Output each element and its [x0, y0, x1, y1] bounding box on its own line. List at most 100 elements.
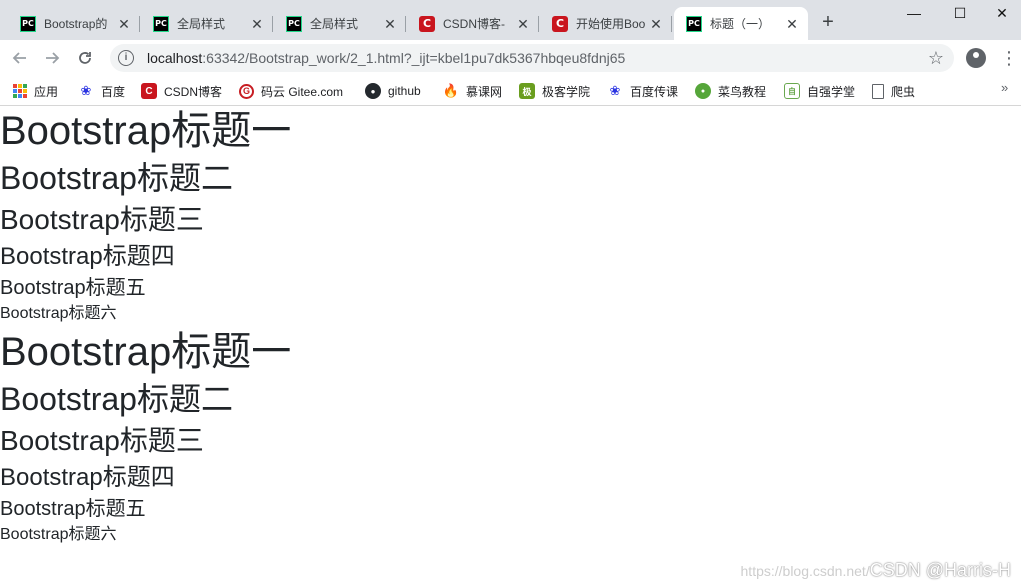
bookmark-label: 慕课网 [466, 84, 503, 99]
heading-6: Bootstrap标题六 [0, 304, 117, 322]
bookmark-label: 自强学堂 [807, 84, 856, 99]
tab-title: Bootstrap的 [44, 17, 108, 31]
class-heading-6: Bootstrap标题六 [0, 525, 117, 543]
more-menu-icon[interactable]: ⋮ [1000, 46, 1018, 70]
bookmark-zqxt[interactable]: 自 自强学堂 [784, 82, 855, 100]
tab-global-styles-1[interactable]: PC 全局样式 ✕ [141, 7, 273, 40]
pycharm-icon: PC [20, 15, 36, 32]
info-icon[interactable]: i [118, 50, 134, 66]
reload-button[interactable] [73, 46, 97, 70]
heading-1: Bootstrap标题一 [0, 109, 292, 153]
bookmark-label: github [388, 84, 421, 98]
tab-title: 开始使用Boo [576, 17, 646, 31]
close-icon[interactable]: ✕ [116, 16, 132, 32]
watermark-url: https://blog.csdn.net/ [740, 563, 870, 579]
tab-title: 全局样式 [310, 17, 359, 31]
baidu-paw-icon: ❀ [609, 83, 621, 98]
bookmark-baidu-chuanke[interactable]: ❀ 百度传课 [607, 82, 678, 100]
class-heading-3: Bootstrap标题三 [0, 425, 204, 457]
back-button[interactable] [8, 46, 32, 70]
heading-2: Bootstrap标题二 [0, 160, 233, 196]
mooc-flame-icon: 🔥 [442, 83, 460, 98]
bookmark-baidu[interactable]: ❀ 百度 [78, 82, 125, 100]
class-heading-5: Bootstrap标题五 [0, 497, 146, 520]
pycharm-icon: PC [286, 15, 302, 32]
class-heading-4: Bootstrap标题四 [0, 463, 175, 491]
forward-button[interactable] [40, 46, 64, 70]
tab-separator [671, 16, 672, 32]
bookmark-label: 码云 Gitee.com [261, 84, 344, 99]
heading-3: Bootstrap标题三 [0, 204, 204, 236]
tab-title: CSDN博客- [443, 17, 505, 31]
arrow-left-icon [12, 52, 26, 64]
bookmark-crawler[interactable]: 爬虫 [872, 82, 915, 100]
bookmark-star-icon[interactable]: ☆ [928, 48, 944, 69]
csdn-icon: C [141, 83, 157, 99]
csdn-icon: C [552, 15, 568, 32]
arrow-right-icon [46, 52, 60, 64]
profile-avatar-icon[interactable] [966, 48, 986, 68]
address-bar[interactable]: i localhost:63342/Bootstrap_work/2_1.htm… [110, 44, 954, 72]
bookmark-label: 应用 [34, 84, 59, 99]
zqxt-icon: 自 [784, 83, 800, 99]
tab-bootstrap[interactable]: PC Bootstrap的 ✕ [8, 7, 140, 40]
watermark-text: CSDN @Harris-H [869, 560, 1011, 580]
bookmark-label: 百度 [101, 84, 126, 99]
heading-5: Bootstrap标题五 [0, 276, 146, 299]
close-icon[interactable]: ✕ [249, 16, 265, 32]
close-icon[interactable]: ✕ [515, 16, 531, 32]
tab-separator [272, 16, 273, 32]
maximize-button[interactable]: ☐ [937, 0, 983, 26]
tab-global-styles-2[interactable]: PC 全局样式 ✕ [274, 7, 406, 40]
tab-separator [538, 16, 539, 32]
class-heading-2: Bootstrap标题二 [0, 380, 233, 417]
bookmark-label: 百度传课 [630, 84, 679, 99]
close-icon[interactable]: ✕ [382, 16, 398, 32]
csdn-watermark: https://blog.csdn.net/CSDN @Harris-H [741, 560, 1011, 581]
page-content: Bootstrap标题一 Bootstrap标题二 Bootstrap标题三 B… [0, 107, 1021, 587]
bookmark-apps[interactable]: 应用 [13, 82, 58, 100]
bookmarks-bar: 应用 ❀ 百度 C CSDN博客 G 码云 Gitee.com ● github… [0, 76, 1021, 106]
bookmarks-overflow-chevron-icon[interactable]: » [1001, 80, 1008, 95]
pycharm-icon: PC [686, 15, 702, 32]
geek-icon: 极 [519, 83, 535, 99]
bookmark-mooc[interactable]: 🔥 慕课网 [443, 82, 502, 100]
bookmark-label: 菜鸟教程 [718, 84, 767, 99]
close-icon[interactable]: ✕ [648, 16, 664, 32]
url-path: :63342/Bootstrap_work/2_1.html?_ijt=kbel… [202, 50, 626, 66]
bookmark-label: CSDN博客 [164, 84, 223, 99]
page-icon [872, 83, 884, 99]
address-url[interactable]: localhost:63342/Bootstrap_work/2_1.html?… [147, 50, 625, 66]
bookmark-csdn[interactable]: C CSDN博客 [141, 82, 222, 100]
tab-strip: PC Bootstrap的 ✕ PC 全局样式 ✕ PC 全局样式 ✕ C CS… [0, 0, 1021, 40]
class-heading-1: Bootstrap标题一 [0, 329, 292, 374]
apps-grid-icon [13, 84, 27, 98]
bookmark-github[interactable]: ● github [365, 82, 421, 100]
tab-title: 标题（一） [710, 17, 771, 31]
runoob-icon: ● [695, 83, 711, 99]
tab-separator [405, 16, 406, 32]
minimize-button[interactable]: — [891, 0, 937, 26]
tab-heading-active[interactable]: PC 标题（一） ✕ [674, 7, 808, 40]
baidu-paw-icon: ❀ [80, 83, 92, 98]
close-icon[interactable]: ✕ [784, 16, 800, 32]
tab-title: 全局样式 [177, 17, 226, 31]
browser-toolbar: i localhost:63342/Bootstrap_work/2_1.htm… [0, 40, 1021, 76]
tab-getting-started[interactable]: C 开始使用Boo ✕ [540, 7, 672, 40]
bookmark-gitee[interactable]: G 码云 Gitee.com [239, 82, 343, 100]
heading-4: Bootstrap标题四 [0, 242, 175, 270]
new-tab-button[interactable]: + [816, 11, 840, 35]
bookmark-label: 极客学院 [542, 84, 591, 99]
reload-icon [79, 52, 91, 64]
github-icon: ● [365, 83, 381, 99]
tab-csdn-blog[interactable]: C CSDN博客- ✕ [407, 7, 539, 40]
pycharm-icon: PC [153, 15, 169, 32]
bookmark-runoob[interactable]: ● 菜鸟教程 [695, 82, 766, 100]
tab-separator [139, 16, 140, 32]
bookmark-label: 爬虫 [891, 84, 916, 99]
url-host: localhost [147, 50, 203, 66]
close-window-button[interactable]: ✕ [983, 0, 1021, 26]
csdn-icon: C [419, 15, 435, 32]
gitee-icon: G [239, 83, 254, 99]
bookmark-geek[interactable]: 极 极客学院 [519, 82, 590, 100]
